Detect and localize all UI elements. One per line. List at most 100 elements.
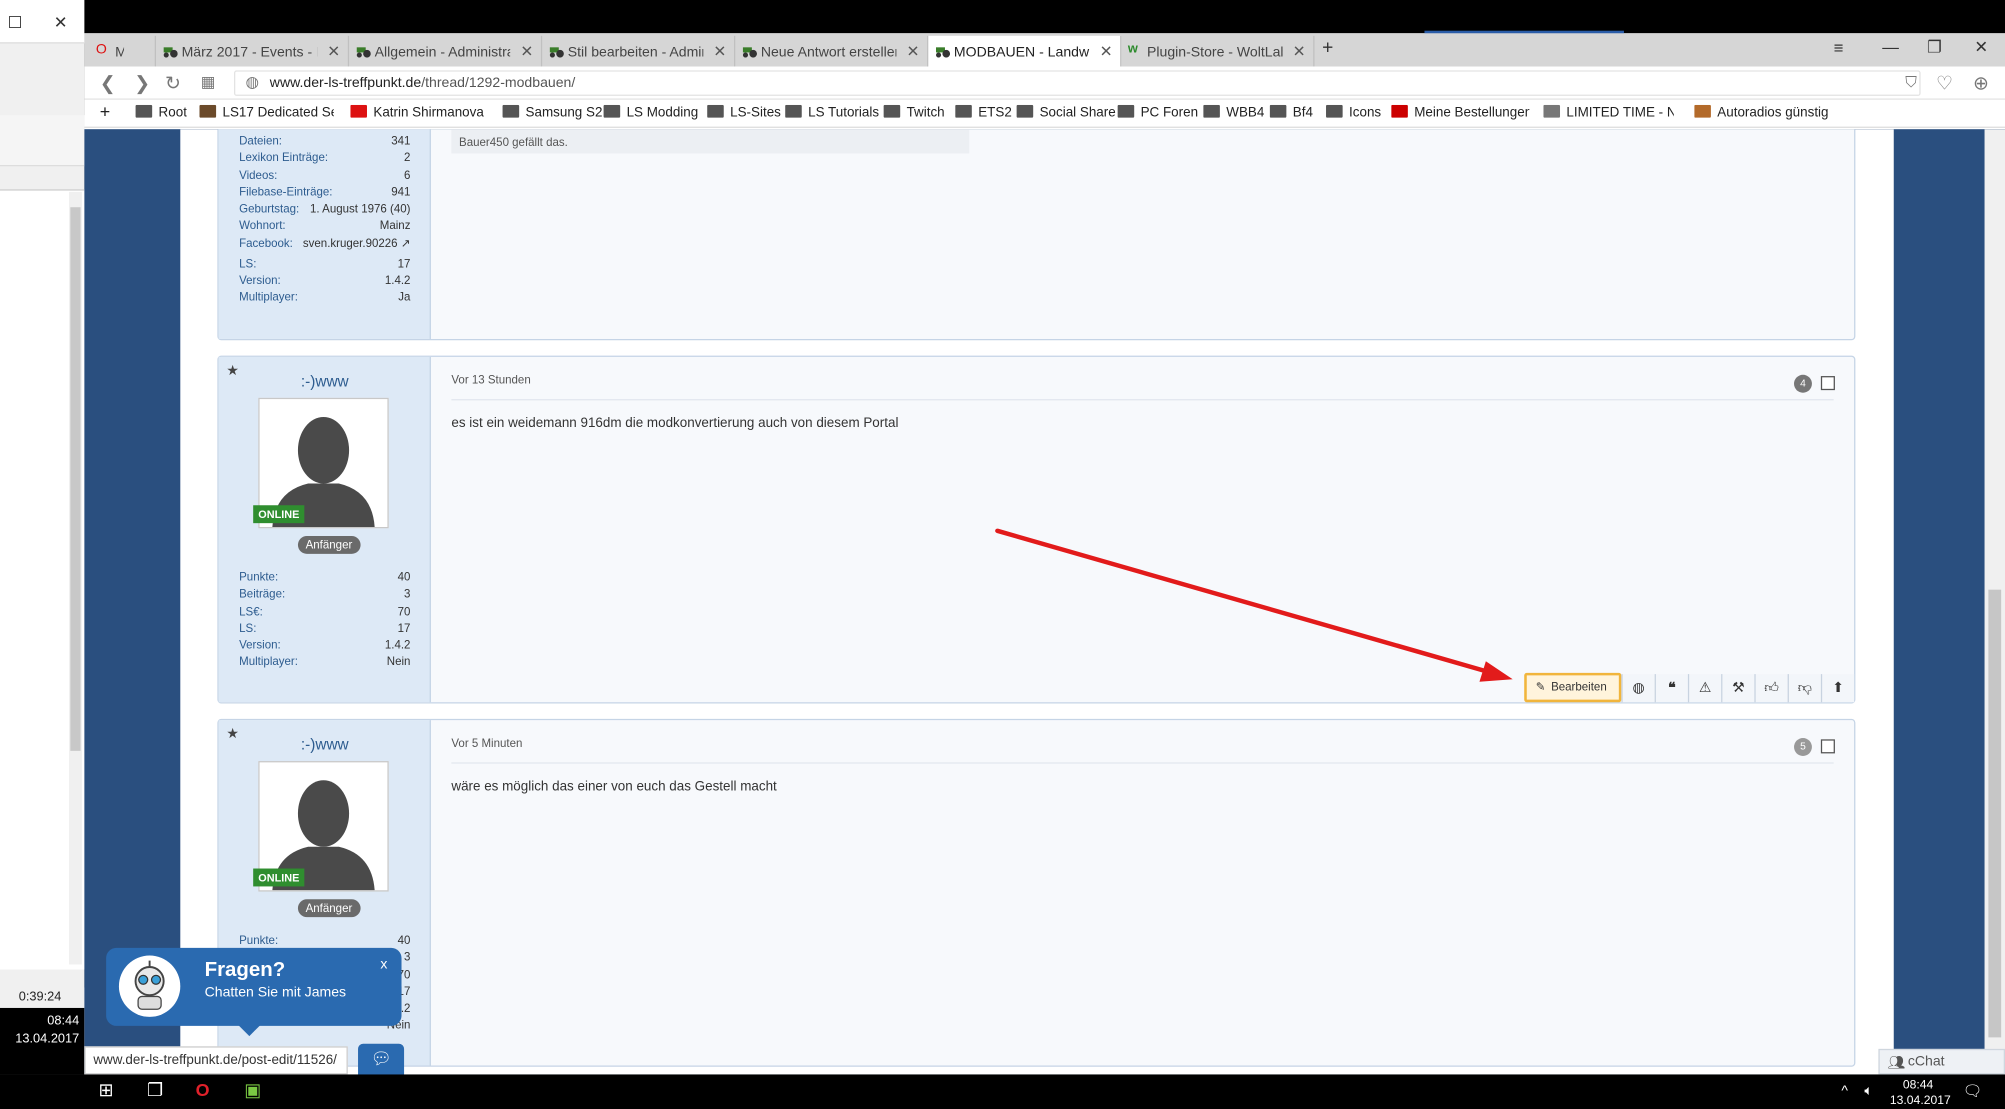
restore-icon[interactable]: ❐ (1927, 37, 1942, 57)
cchat-button[interactable]: 👥︎ cChat (1878, 1048, 2005, 1075)
close-icon[interactable]: ✕ (54, 13, 68, 33)
post-date[interactable]: Vor 13 Stunden (451, 374, 530, 387)
username-link[interactable]: :-)www (219, 372, 431, 390)
chat-close-button[interactable]: x (380, 957, 387, 972)
user-stats: Punkte: 40 Beiträge: 3 LS€: 70 LS: 17 Versio… (239, 570, 410, 672)
bookmark-twitch[interactable]: Twitch (883, 104, 945, 120)
folder-icon (1016, 104, 1034, 118)
post-number[interactable]: 5 (1794, 738, 1812, 756)
like-button[interactable]: 👍︎ (1754, 674, 1788, 703)
close-icon[interactable]: ✕ (713, 42, 726, 60)
taskbar-clock[interactable]: 08:44 13.04.2017 (1890, 1078, 1951, 1109)
task-view-icon[interactable]: ❐ (147, 1080, 163, 1102)
download-icon[interactable]: ⊕ (1973, 72, 1989, 95)
chat-widget[interactable]: Fragen? Chatten Sie mit James x (106, 947, 402, 1037)
post-date[interactable]: Vor 5 Minuten (451, 737, 522, 750)
volume-icon[interactable]: 🔈︎ (1864, 1083, 1872, 1100)
bookmark-bestellungen[interactable]: Meine Bestellungen M (1391, 104, 1529, 120)
bookmark-label: LIMITED TIME - NOT (1566, 104, 1673, 121)
maximize-icon[interactable]: ☐ (8, 13, 23, 33)
stat-row: LS: 17 (239, 622, 410, 639)
forward-icon[interactable]: ❯ (134, 72, 150, 95)
bookmark-social-share[interactable]: Social Share (1016, 104, 1116, 120)
bookmark-ets2[interactable]: ETS2 (955, 104, 1012, 120)
scroll-top-button[interactable]: ⬆ (1820, 674, 1855, 703)
stat-key: Beiträge: (239, 587, 286, 601)
close-icon[interactable]: ✕ (1100, 42, 1113, 60)
new-tab-icon[interactable]: + (1322, 37, 1333, 59)
bookmark-ls-sites[interactable]: LS-Sites (707, 104, 781, 120)
bookmark-autoradios[interactable]: Autoradios günstig b (1694, 104, 1832, 120)
edit-button[interactable]: ✎ Bearbeiten (1524, 672, 1622, 703)
globe-icon: ◍ (1632, 680, 1645, 696)
close-icon[interactable]: ✕ (1293, 42, 1306, 60)
bookmark-katrin[interactable]: Katrin Shirmanova - L (350, 104, 486, 120)
bookmark-samsung[interactable]: Samsung S2 (502, 104, 602, 120)
post-select-checkbox[interactable] (1820, 739, 1835, 754)
folder-icon (1326, 104, 1343, 118)
tab-neue-antwort[interactable]: Neue Antwort erstellen - M ✕ (735, 35, 929, 67)
tab-menu[interactable]: O Menü (90, 35, 157, 67)
add-bookmark-icon[interactable]: + (100, 101, 110, 121)
close-icon[interactable]: ✕ (520, 42, 533, 60)
windows-start-icon[interactable]: ⊞ (98, 1080, 113, 1102)
tab-stil-bearbeiten[interactable]: Stil bearbeiten - Administr ✕ (542, 35, 736, 67)
notification-icon[interactable]: 🗨︎ (1963, 1082, 1982, 1100)
bookmark-icons[interactable]: Icons (1326, 104, 1381, 120)
tab-menu-icon[interactable]: ≡ (1834, 38, 1844, 57)
bookmark-limited-time[interactable]: LIMITED TIME - NOT (1543, 104, 1674, 121)
youtube-icon (350, 104, 367, 118)
post-5: ★ :-)www ONLINE Anfänger Punkte: 40 3 70 … (217, 718, 1856, 1067)
stat-value: 1. August 1976 (40) (310, 202, 411, 216)
close-icon[interactable]: ✕ (907, 42, 920, 60)
users-icon: 👥︎ (1887, 1055, 1906, 1071)
stat-value: 17 (397, 256, 411, 270)
app-taskbar-icon[interactable]: ▣ (244, 1080, 261, 1102)
rank-badge: Anfänger (297, 535, 360, 554)
status-bar-url: www.der-ls-treffpunkt.de/post-edit/11526… (84, 1046, 348, 1075)
post-number[interactable]: 4 (1794, 374, 1812, 393)
page-scroll-thumb[interactable] (1988, 589, 2002, 1038)
bookmark-bf4[interactable]: Bf4 (1269, 104, 1313, 120)
moderate-button[interactable]: ⚒ (1721, 674, 1755, 703)
chat-open-button[interactable]: 💬︎ (358, 1043, 405, 1075)
username-link[interactable]: :-)www (219, 735, 431, 753)
page-scrollbar[interactable] (1984, 129, 2005, 1075)
bookmark-ls17-dedicated[interactable]: LS17 Dedicated Serve (199, 104, 334, 120)
minimize-icon[interactable]: — (1882, 37, 1899, 56)
bookmark-ls-tutorials[interactable]: LS Tutorials (785, 104, 879, 120)
bookmark-ls-modding[interactable]: LS Modding (603, 104, 698, 120)
cchat-label: cChat (1907, 1053, 1945, 1070)
dislike-button[interactable]: 👎︎ (1787, 674, 1821, 703)
stat-value: 3 (404, 587, 411, 601)
background-window-scroll-thumb[interactable] (70, 207, 81, 751)
chat-subtitle: Chatten Sie mit James (204, 984, 347, 1001)
facebook-link[interactable]: sven.kruger.90226 ↗ (303, 236, 411, 250)
close-icon[interactable]: ✕ (327, 42, 340, 60)
tab-plugin-store[interactable]: w Plugin-Store - WoltLab® ✕ (1121, 35, 1315, 67)
quote-button[interactable]: ❝ (1654, 674, 1688, 703)
tab-maerz-events[interactable]: März 2017 - Events - Der L ✕ (156, 35, 350, 67)
heart-icon[interactable]: ♡ (1936, 72, 1953, 95)
shield-icon[interactable]: ⛉ (1905, 73, 1917, 92)
bookmark-pc-foren[interactable]: PC Foren (1117, 104, 1198, 120)
stat-value: 1.4.2 (384, 273, 411, 287)
stat-value: Ja (398, 290, 411, 304)
stat-value: sven.kruger.90226 (302, 236, 398, 250)
opera-taskbar-icon[interactable]: O (196, 1080, 210, 1100)
bookmark-label: WBB4 (1226, 104, 1265, 121)
stat-value: 941 (391, 185, 411, 199)
tab-modbauen[interactable]: MODBAUEN - Landwirtsch ✕ (928, 35, 1122, 67)
reload-icon[interactable]: ↻ (165, 72, 181, 95)
url-field[interactable]: www.der-ls-treffpunkt.de/thread/1292-mod… (234, 70, 1921, 96)
bookmark-wbb4[interactable]: WBB4 (1203, 104, 1265, 121)
tray-arrow-icon[interactable]: ^ (1841, 1083, 1848, 1098)
report-button[interactable]: ⚠ (1687, 674, 1722, 703)
speed-dial-icon[interactable]: ▦ (201, 73, 216, 91)
close-window-icon[interactable]: ✕ (1974, 37, 1988, 57)
ip-address-button[interactable]: ◍ (1621, 674, 1655, 703)
tab-allgemein-admin[interactable]: Allgemein - Administration ✕ (349, 35, 543, 67)
bookmark-root[interactable]: Root (135, 104, 187, 120)
back-icon[interactable]: ❮ (100, 72, 116, 95)
post-select-checkbox[interactable] (1820, 376, 1835, 391)
